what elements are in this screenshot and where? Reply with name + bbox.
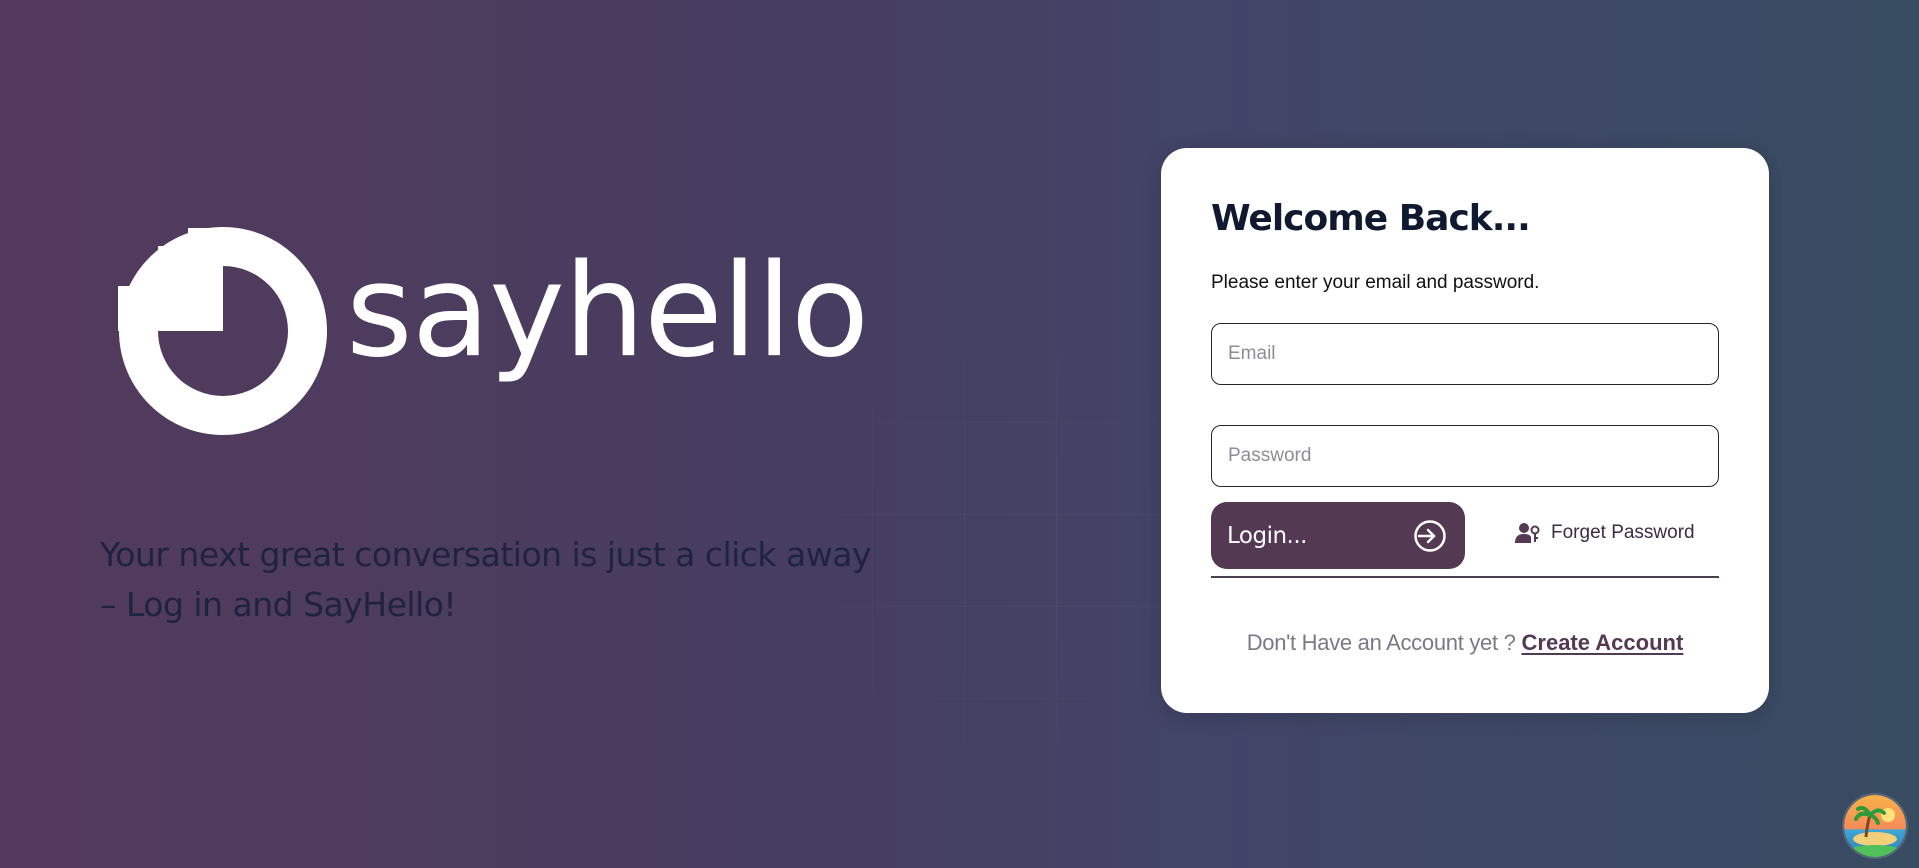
- sayhello-logo-icon: [118, 227, 327, 435]
- login-instructions: Please enter your email and password.: [1211, 272, 1540, 293]
- login-card: Welcome Back... Please enter your email …: [1161, 148, 1769, 713]
- login-button-label: Login...: [1227, 522, 1307, 549]
- login-button[interactable]: Login...: [1211, 502, 1465, 569]
- brand-tagline: Your next great conversation is just a c…: [100, 535, 872, 624]
- page-title: Welcome Back...: [1211, 198, 1531, 239]
- signup-prompt: Don't Have an Account yet ?: [1246, 630, 1516, 655]
- divider: [1211, 576, 1719, 578]
- signup-row: Don't Have an Account yet ? Create Accoun…: [1161, 630, 1769, 656]
- brand-name: sayhello: [346, 237, 869, 386]
- user-key-icon: [1515, 523, 1540, 543]
- brand-logo: sayhello: [118, 226, 869, 436]
- password-field[interactable]: [1211, 425, 1719, 487]
- corner-badge[interactable]: [1844, 795, 1906, 857]
- forgot-password-label: Forget Password: [1551, 522, 1695, 543]
- sign-in-icon: [1414, 519, 1446, 552]
- forgot-password-link[interactable]: Forget Password: [1515, 522, 1695, 544]
- email-field[interactable]: [1211, 323, 1719, 385]
- create-account-link[interactable]: Create Account: [1522, 630, 1684, 655]
- beach-island-icon: [1844, 795, 1906, 857]
